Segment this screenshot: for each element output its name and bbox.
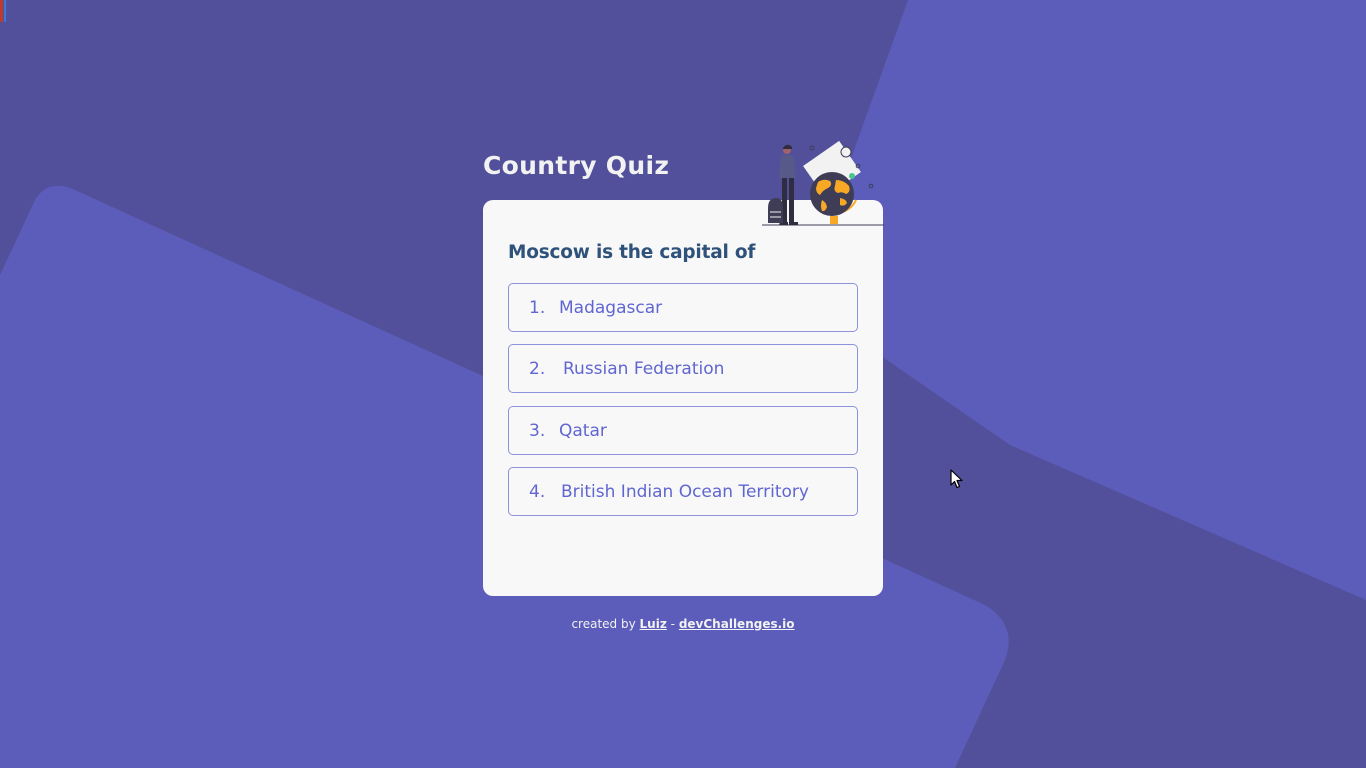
answer-option-1[interactable]: 1. Madagascar <box>508 283 858 332</box>
option-number: 1. <box>529 297 546 318</box>
page-title: Country Quiz <box>483 151 670 180</box>
question-text: Moscow is the capital of <box>508 242 756 263</box>
mouse-pointer-icon <box>950 469 963 489</box>
option-number: 3. <box>529 420 546 441</box>
traveler-globe-illustration <box>762 140 884 226</box>
footer-separator: - <box>670 617 675 631</box>
author-link[interactable]: Luiz <box>640 617 667 631</box>
answer-option-4[interactable]: 4. British Indian Ocean Territory <box>508 467 858 516</box>
footer-prefix: created by <box>571 617 636 631</box>
option-label: Russian Federation <box>563 358 725 379</box>
site-link[interactable]: devChallenges.io <box>679 617 795 631</box>
corner-indicator <box>0 0 10 22</box>
quiz-card: Moscow is the capital of 1. Madagascar 2… <box>483 200 883 596</box>
option-label: Qatar <box>559 420 607 441</box>
option-label: British Indian Ocean Territory <box>561 481 809 502</box>
answer-option-2[interactable]: 2. Russian Federation <box>508 344 858 393</box>
answer-option-3[interactable]: 3. Qatar <box>508 406 858 455</box>
option-number: 2. <box>529 358 546 379</box>
option-number: 4. <box>529 481 546 502</box>
footer-credits: created by Luiz - devChallenges.io <box>483 617 883 631</box>
option-label: Madagascar <box>559 297 663 318</box>
